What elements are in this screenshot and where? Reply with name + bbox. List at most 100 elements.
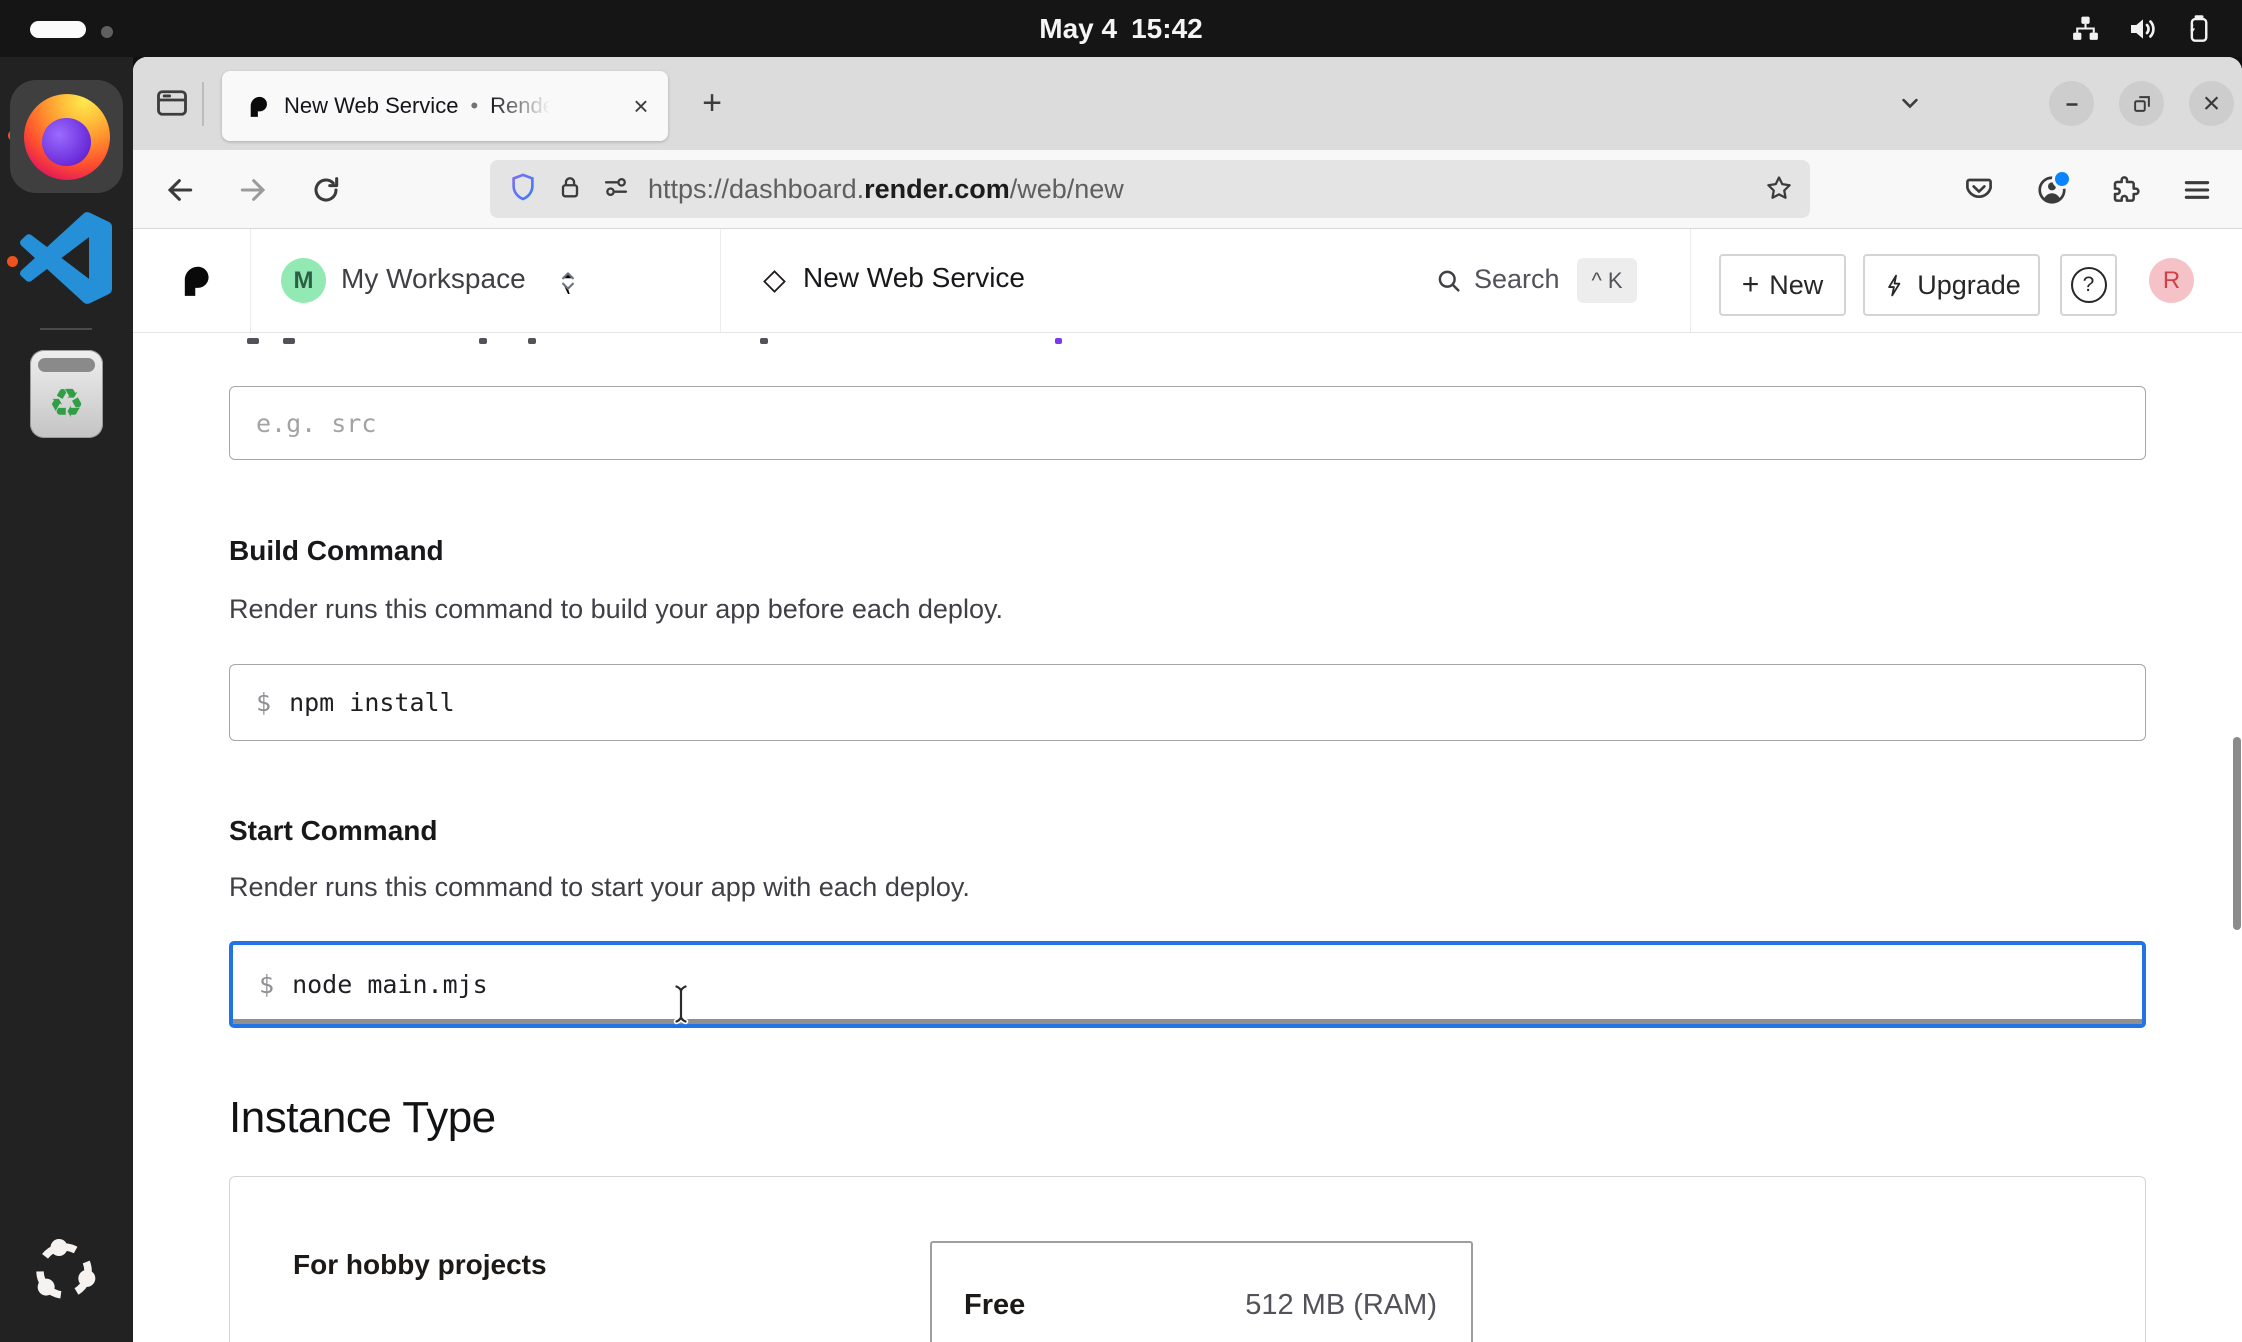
header-divider bbox=[250, 229, 251, 332]
forward-button[interactable] bbox=[237, 174, 269, 206]
clock-time: 15:42 bbox=[1131, 13, 1203, 45]
url-domain: render.com bbox=[864, 174, 1010, 204]
tab-close-button[interactable]: × bbox=[624, 89, 658, 123]
shell-prompt: $ bbox=[259, 970, 274, 999]
workspace-selector[interactable] bbox=[555, 268, 581, 299]
start-command-field[interactable]: $ bbox=[229, 941, 2146, 1028]
render-favicon bbox=[244, 93, 270, 119]
firefox-view-button[interactable] bbox=[147, 78, 197, 128]
chevron-up-down-icon bbox=[555, 268, 581, 294]
build-command-input[interactable] bbox=[289, 688, 2145, 717]
puzzle-icon bbox=[2109, 174, 2141, 206]
plan-name: Free bbox=[964, 1289, 1025, 1322]
page-scrollbar-thumb[interactable] bbox=[2233, 737, 2241, 930]
workspace-avatar[interactable]: M bbox=[281, 258, 326, 303]
bookmark-star-button[interactable] bbox=[1764, 173, 1794, 208]
header-divider bbox=[1690, 229, 1691, 332]
window-close-button[interactable]: × bbox=[2189, 81, 2234, 126]
pocket-button[interactable] bbox=[1963, 174, 1995, 206]
screen: May 4 15:42 bbox=[0, 0, 2242, 1342]
lightning-bolt-icon bbox=[1882, 273, 1907, 298]
workspace-name[interactable]: My Workspace bbox=[341, 263, 526, 295]
upgrade-button[interactable]: Upgrade bbox=[1863, 254, 2040, 316]
ubuntu-logo-icon bbox=[24, 1231, 104, 1311]
build-command-field[interactable]: $ bbox=[229, 664, 2146, 741]
reload-icon bbox=[310, 174, 342, 206]
account-notification-badge bbox=[2052, 169, 2072, 189]
tab-bar-separator bbox=[202, 82, 204, 126]
firefox-view-icon bbox=[154, 85, 190, 121]
service-diamond-icon bbox=[761, 268, 788, 300]
start-command-input[interactable] bbox=[292, 970, 2142, 999]
upgrade-button-label: Upgrade bbox=[1917, 270, 2021, 301]
menu-button[interactable] bbox=[2181, 174, 2213, 206]
instance-plan-card-free[interactable]: Free 512 MB (RAM) bbox=[930, 1241, 1473, 1342]
dock-item-trash[interactable]: ♻ bbox=[30, 350, 103, 438]
plus-icon: + bbox=[1742, 268, 1760, 302]
new-button-label: New bbox=[1769, 270, 1823, 301]
workspace-indicator-active[interactable] bbox=[30, 21, 86, 38]
tab-title-cut: Rende bbox=[490, 93, 555, 119]
restore-icon bbox=[2131, 93, 2153, 115]
tab-title-separator: • bbox=[470, 93, 478, 119]
clipped-text-fragment bbox=[528, 338, 536, 344]
navigation-bar: https://dashboard.render.com/web/new bbox=[133, 150, 2242, 229]
clipped-text-fragment bbox=[479, 338, 487, 344]
url-text: https://dashboard.render.com/web/new bbox=[648, 174, 1124, 205]
pocket-icon bbox=[1963, 174, 1995, 206]
back-button[interactable] bbox=[164, 174, 196, 206]
vscode-running-dot bbox=[7, 256, 18, 267]
vscode-icon bbox=[20, 212, 112, 304]
start-command-description: Render runs this command to start your a… bbox=[229, 872, 970, 903]
lock-icon[interactable] bbox=[556, 173, 584, 206]
url-path: /web/new bbox=[1010, 174, 1124, 204]
instance-type-heading: Instance Type bbox=[229, 1093, 496, 1143]
render-app-header: M My Workspace New Web Service bbox=[133, 229, 2242, 333]
list-all-tabs-button[interactable] bbox=[1885, 78, 1935, 128]
dock-item-vscode[interactable] bbox=[20, 212, 112, 304]
new-tab-button[interactable]: + bbox=[687, 78, 737, 128]
window-minimize-button[interactable] bbox=[2049, 81, 2094, 126]
minimize-icon bbox=[2062, 94, 2082, 114]
search-label[interactable]: Search bbox=[1474, 264, 1560, 295]
render-logo[interactable] bbox=[175, 261, 213, 299]
root-directory-input[interactable] bbox=[256, 409, 2145, 438]
browser-tab[interactable]: New Web Service • Rende × bbox=[222, 71, 668, 141]
question-mark-icon: ? bbox=[2071, 267, 2107, 303]
extensions-button[interactable] bbox=[2109, 174, 2141, 206]
clipped-text-fragment bbox=[760, 338, 768, 344]
system-status-area[interactable] bbox=[2070, 0, 2212, 57]
help-button[interactable]: ? bbox=[2060, 254, 2117, 316]
dock-item-firefox[interactable] bbox=[10, 80, 123, 193]
tab-title-text: New Web Service bbox=[284, 93, 458, 119]
tracking-protection-shield-icon[interactable] bbox=[508, 172, 538, 207]
shell-prompt: $ bbox=[256, 688, 271, 717]
dock-item-show-apps[interactable] bbox=[24, 1231, 104, 1311]
root-directory-field[interactable] bbox=[229, 386, 2146, 460]
search-button[interactable] bbox=[1435, 267, 1463, 300]
system-clock[interactable]: May 4 15:42 bbox=[1039, 0, 1202, 57]
account-button[interactable] bbox=[2036, 174, 2068, 206]
firefox-icon bbox=[24, 94, 110, 180]
permissions-icon[interactable] bbox=[602, 173, 630, 206]
reload-button[interactable] bbox=[310, 174, 342, 206]
url-scheme: https://dashboard. bbox=[648, 174, 864, 204]
user-avatar[interactable]: R bbox=[2149, 258, 2194, 303]
chevron-down-icon bbox=[1896, 89, 1924, 117]
workspace-indicator-inactive[interactable] bbox=[101, 26, 113, 38]
volume-icon bbox=[2127, 13, 2159, 45]
tab-bar: New Web Service • Rende × + bbox=[133, 57, 2242, 150]
build-command-description: Render runs this command to build your a… bbox=[229, 594, 1003, 625]
url-bar[interactable]: https://dashboard.render.com/web/new bbox=[490, 160, 1810, 218]
clipped-text-fragment bbox=[247, 338, 259, 344]
page-title: New Web Service bbox=[803, 262, 1025, 294]
hamburger-icon bbox=[2181, 174, 2213, 206]
clipped-link-fragment bbox=[1055, 338, 1062, 344]
header-divider bbox=[720, 229, 721, 332]
dock: ♻ bbox=[0, 57, 133, 1342]
star-icon bbox=[1764, 173, 1794, 203]
back-arrow-icon bbox=[164, 174, 196, 206]
build-command-heading: Build Command bbox=[229, 535, 444, 567]
new-button[interactable]: + New bbox=[1719, 254, 1846, 316]
window-restore-button[interactable] bbox=[2119, 81, 2164, 126]
